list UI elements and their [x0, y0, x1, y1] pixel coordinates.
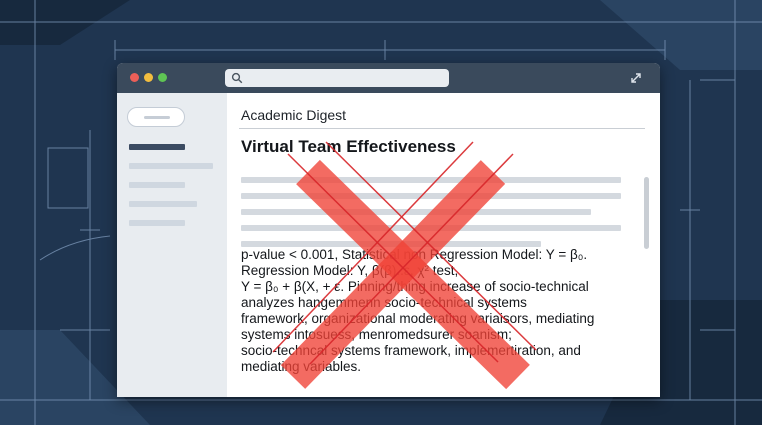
- pill-glyph: [144, 116, 170, 119]
- minimize-window-button[interactable]: [144, 73, 153, 82]
- search-icon: [231, 72, 243, 84]
- sidebar: [117, 93, 227, 397]
- title-bar: [117, 63, 660, 93]
- expand-icon[interactable]: [629, 71, 643, 85]
- address-bar[interactable]: [225, 69, 449, 87]
- close-window-button[interactable]: [130, 73, 139, 82]
- maximize-window-button[interactable]: [158, 73, 167, 82]
- sidebar-item-active[interactable]: [129, 144, 185, 150]
- sidebar-item[interactable]: [129, 220, 185, 226]
- header-divider: [239, 128, 645, 129]
- sidebar-item[interactable]: [129, 201, 197, 207]
- publication-name: Academic Digest: [241, 107, 347, 123]
- sidebar-toggle-button[interactable]: [127, 107, 185, 127]
- x-cross-icon: [272, 141, 537, 390]
- sidebar-item[interactable]: [129, 163, 213, 169]
- scrollbar[interactable]: [644, 177, 649, 249]
- sidebar-item[interactable]: [129, 182, 185, 188]
